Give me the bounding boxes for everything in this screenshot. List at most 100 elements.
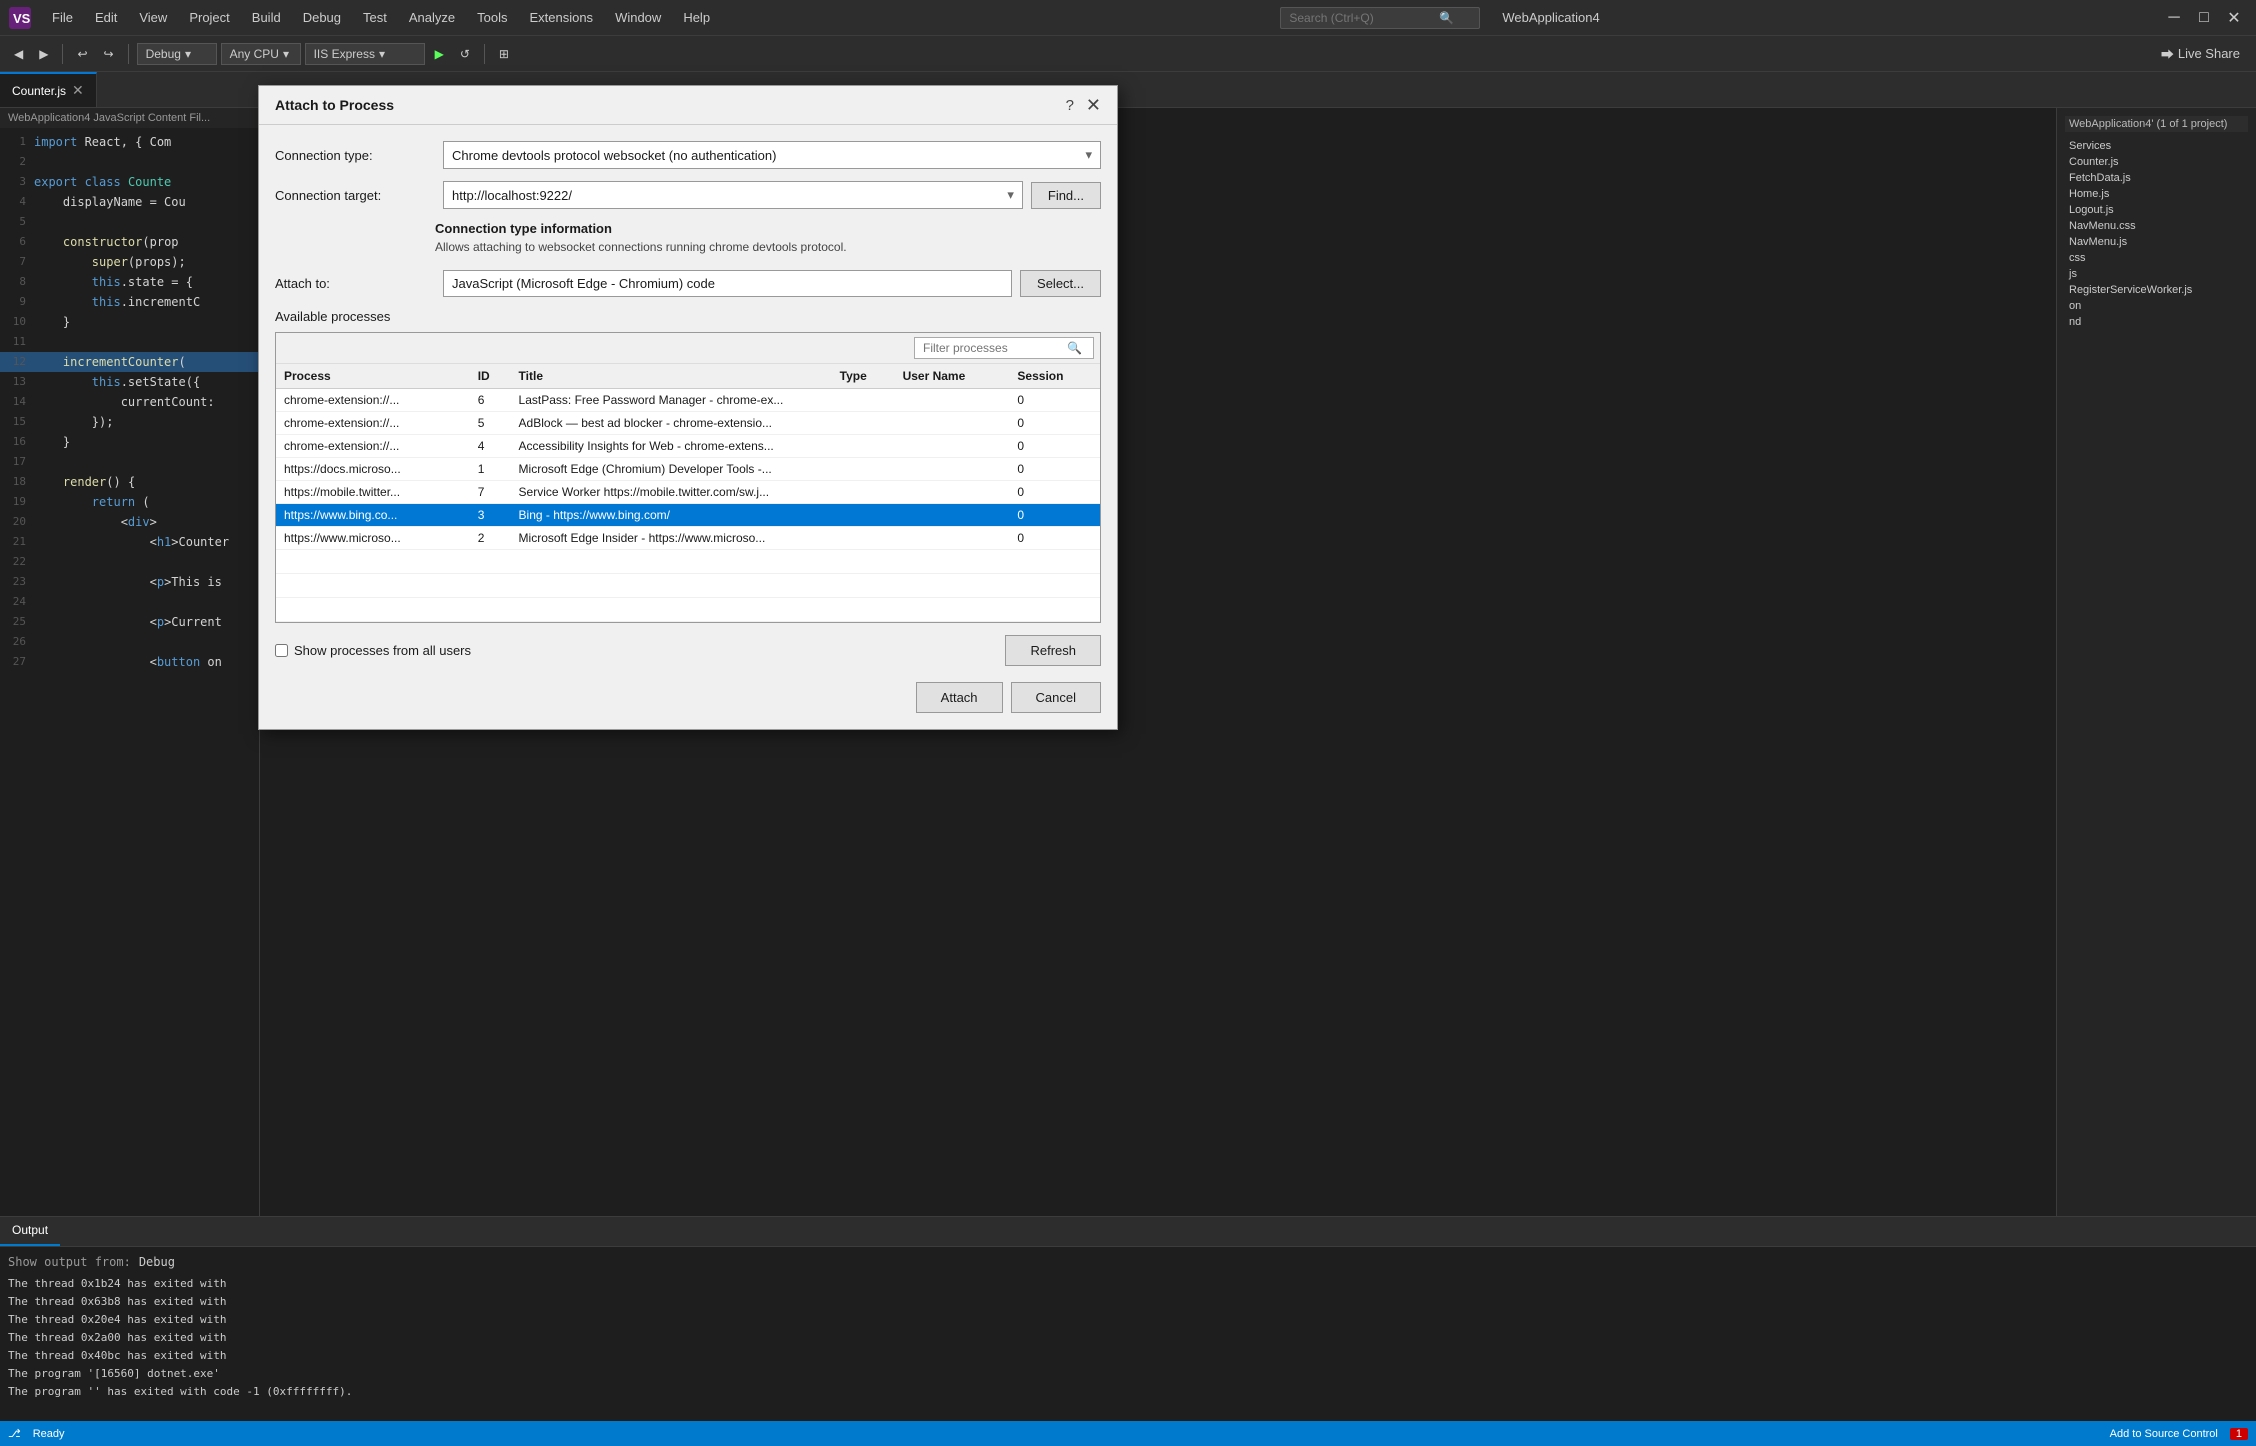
connection-type-label: Connection type: [275,148,435,163]
sidebar-item-logout[interactable]: Logout.js [2065,202,2248,218]
process-cell-id-4: 7 [470,481,511,504]
sidebar-item-navmenucss[interactable]: NavMenu.css [2065,218,2248,234]
svg-text:VS: VS [13,11,31,26]
find-button[interactable]: Find... [1031,182,1101,209]
attach-button[interactable]: Attach [916,682,1003,713]
menu-file[interactable]: File [42,6,83,29]
chevron-down-icon: ▾ [1085,147,1092,163]
menu-project[interactable]: Project [179,6,239,29]
process-row-3[interactable]: https://docs.microso...1Microsoft Edge (… [276,458,1100,481]
sidebar-item-navmenujs[interactable]: NavMenu.js [2065,234,2248,250]
col-id: ID [470,364,511,389]
code-line-4: 4 displayName = Cou [0,192,259,212]
menu-tools[interactable]: Tools [467,6,517,29]
ready-text: Ready [33,1428,65,1440]
empty-cell-0-5 [1009,550,1100,574]
minimize-button[interactable]: ─ [2160,4,2188,32]
run-button[interactable]: ▶ [429,44,450,64]
live-share-icon: ⮕ [2161,44,2174,63]
process-row-1[interactable]: chrome-extension://...5AdBlock — best ad… [276,412,1100,435]
connection-type-dropdown[interactable]: Chrome devtools protocol websocket (no a… [443,141,1101,169]
output-tab[interactable]: Output [0,1216,60,1246]
connection-target-dropdown[interactable]: http://localhost:9222/ ▾ [443,181,1023,209]
toolbar: ◀ ▶ ↩ ↪ Debug ▾ Any CPU ▾ IIS Express ▾ … [0,36,2256,72]
code-line-10: 10 } [0,312,259,332]
sidebar-item-js[interactable]: js [2065,266,2248,282]
menu-build[interactable]: Build [242,6,291,29]
dialog-help-button[interactable]: ? [1066,97,1074,114]
available-processes-title: Available processes [275,309,1101,324]
process-cell-session-6: 0 [1009,527,1100,550]
sidebar-section-title: WebApplication4' (1 of 1 project) [2065,116,2248,132]
cancel-button[interactable]: Cancel [1011,682,1101,713]
select-button[interactable]: Select... [1020,270,1101,297]
dialog-close-button[interactable]: ✕ [1086,96,1101,114]
code-line-26: 26 [0,632,259,652]
process-row-4[interactable]: https://mobile.twitter...7Service Worker… [276,481,1100,504]
sidebar-item-on[interactable]: on [2065,298,2248,314]
menu-window[interactable]: Window [605,6,671,29]
tab-counter-js[interactable]: Counter.js ✕ [0,72,97,107]
code-line-19: 19 return ( [0,492,259,512]
dialog-title-bar: Attach to Process ? ✕ [259,86,1117,125]
redo-button[interactable]: ↪ [98,44,120,64]
toolbar-more[interactable]: ⊞ [493,44,515,64]
tab-close-button[interactable]: ✕ [72,82,84,99]
platform-dropdown[interactable]: Any CPU ▾ [221,43,301,65]
process-cell-id-2: 4 [470,435,511,458]
sidebar-item-fetchdata[interactable]: FetchData.js [2065,170,2248,186]
menu-help[interactable]: Help [673,6,720,29]
code-area[interactable]: 1 import React, { Com 2 3 export class C… [0,128,259,676]
empty-cell-1-4 [895,574,1010,598]
process-cell-process-0: chrome-extension://... [276,389,470,412]
show-all-users-checkbox[interactable]: Show processes from all users [275,643,471,658]
restart-button[interactable]: ↺ [454,44,476,64]
sidebar-item-css[interactable]: css [2065,250,2248,266]
show-all-users-label: Show processes from all users [294,643,471,658]
live-share-button[interactable]: ⮕ Live Share [2153,40,2248,67]
server-dropdown[interactable]: IIS Express ▾ [305,43,425,65]
filter-input-wrapper[interactable]: 🔍 [914,337,1094,359]
undo-button[interactable]: ↩ [71,44,93,64]
code-line-5: 5 [0,212,259,232]
empty-cell-1-5 [1009,574,1100,598]
close-button[interactable]: ✕ [2220,4,2248,32]
menu-debug[interactable]: Debug [293,6,351,29]
maximize-button[interactable]: □ [2190,4,2218,32]
connection-type-row: Connection type: Chrome devtools protoco… [275,141,1101,169]
refresh-button[interactable]: Refresh [1005,635,1101,666]
menu-test[interactable]: Test [353,6,397,29]
process-row-0[interactable]: chrome-extension://...6LastPass: Free Pa… [276,389,1100,412]
error-indicator: 1 [2230,1428,2248,1440]
back-button[interactable]: ◀ [8,44,29,64]
sidebar-item-home[interactable]: Home.js [2065,186,2248,202]
search-input[interactable] [1289,11,1439,25]
menu-analyze[interactable]: Analyze [399,6,465,29]
debug-config-dropdown[interactable]: Debug ▾ [137,43,217,65]
process-row-6[interactable]: https://www.microso...2Microsoft Edge In… [276,527,1100,550]
menu-extensions[interactable]: Extensions [519,6,603,29]
dialog-title: Attach to Process [275,97,394,113]
process-row-5[interactable]: https://www.bing.co...3Bing - https://ww… [276,504,1100,527]
empty-cell-0-4 [895,550,1010,574]
sidebar-item-nd[interactable]: nd [2065,314,2248,330]
empty-cell-2-4 [895,598,1010,622]
forward-button[interactable]: ▶ [33,44,54,64]
process-cell-id-5: 3 [470,504,511,527]
search-box[interactable]: 🔍 [1280,7,1480,29]
sidebar-item-services[interactable]: Services [2065,138,2248,154]
toolbar-separator-3 [484,44,485,64]
menu-edit[interactable]: Edit [85,6,127,29]
empty-cell-2-1 [470,598,511,622]
menu-view[interactable]: View [129,6,177,29]
process-cell-process-1: chrome-extension://... [276,412,470,435]
process-cell-username-6 [895,527,1010,550]
filter-processes-input[interactable] [923,341,1063,355]
sidebar-item-counter[interactable]: Counter.js [2065,154,2248,170]
connection-target-control: http://localhost:9222/ ▾ Find... [443,181,1101,209]
process-row-2[interactable]: chrome-extension://...4Accessibility Ins… [276,435,1100,458]
add-to-source-control[interactable]: Add to Source Control [2110,1428,2218,1440]
sidebar-item-serviceworker[interactable]: RegisterServiceWorker.js [2065,282,2248,298]
show-all-users-input[interactable] [275,644,288,657]
col-type: Type [832,364,895,389]
